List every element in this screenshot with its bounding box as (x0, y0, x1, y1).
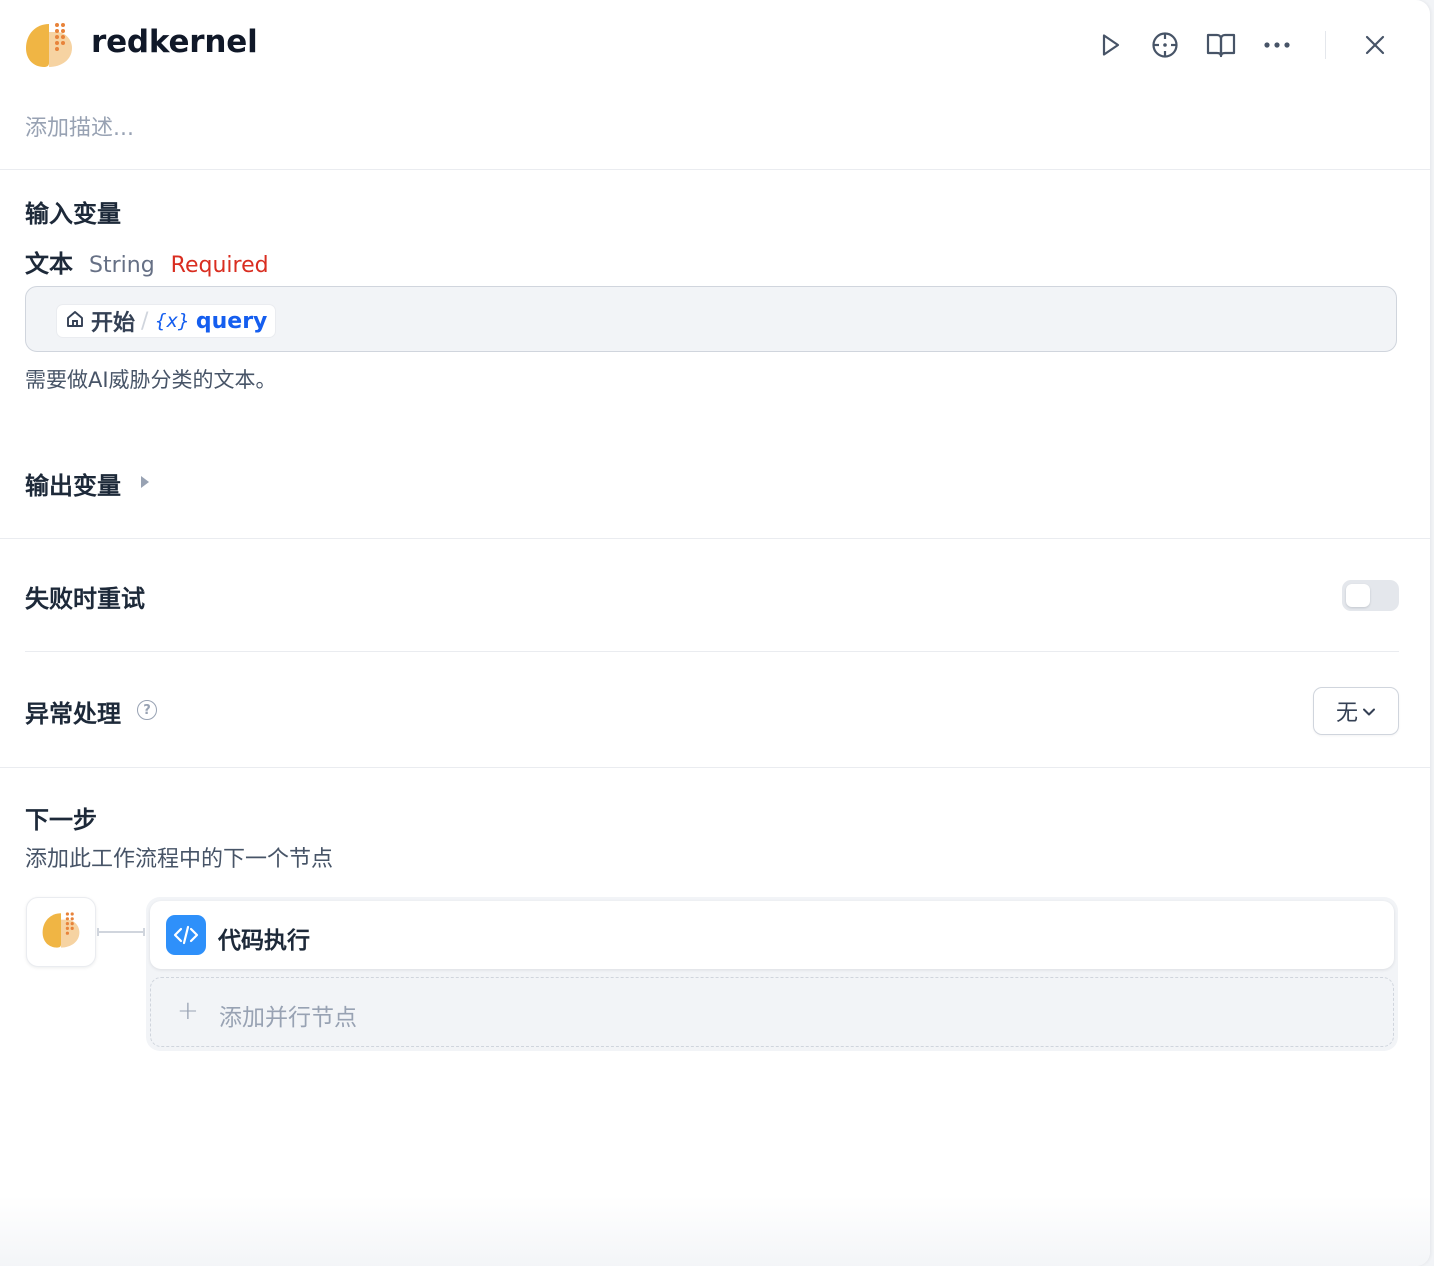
variable-name: 文本 (25, 250, 73, 278)
retry-title: 失败时重试 (25, 585, 145, 613)
run-icon (1097, 32, 1123, 58)
variable-description: 需要做AI威胁分类的文本。 (25, 368, 277, 392)
path-separator: / (141, 308, 149, 334)
toggle-knob (1346, 584, 1370, 607)
docs-button[interactable] (1205, 29, 1237, 61)
required-badge: Required (170, 253, 269, 278)
close-button[interactable] (1359, 29, 1391, 61)
close-icon (1364, 34, 1386, 56)
next-step-subtitle: 添加此工作流程中的下一个节点 (25, 847, 334, 872)
code-icon (166, 915, 206, 955)
divider (0, 538, 1430, 539)
panel-header: redkernel (0, 0, 1430, 90)
redkernel-logo-icon (41, 910, 81, 954)
variable-ref-name: query (195, 308, 268, 334)
variable-header: 文本 String Required (25, 244, 269, 279)
header-divider (1325, 31, 1326, 59)
divider (0, 169, 1430, 170)
node-panel: redkernel 添加描述... 输入变量 文本 String Require… (0, 0, 1430, 1266)
add-parallel-node-button[interactable]: + 添加并行节点 (150, 977, 1394, 1047)
next-step-title: 下一步 (25, 806, 97, 834)
divider (0, 767, 1430, 768)
input-variables-title: 输入变量 (25, 200, 121, 228)
current-node (26, 897, 96, 967)
home-icon (65, 309, 85, 333)
node-title[interactable]: redkernel (91, 24, 258, 60)
caret-right-icon[interactable] (141, 476, 149, 488)
run-button[interactable] (1094, 29, 1126, 61)
chevron-down-icon (1362, 702, 1376, 721)
error-handling-value: 无 (1335, 701, 1358, 726)
divider (25, 651, 1399, 652)
more-button[interactable] (1261, 29, 1293, 61)
output-variables-title[interactable]: 输出变量 (25, 466, 121, 501)
add-parallel-label: 添加并行节点 (219, 1005, 357, 1031)
redkernel-logo-icon (24, 20, 74, 70)
source-node-name: 开始 (91, 311, 136, 336)
next-nodes-group: 代码执行 + 添加并行节点 (146, 897, 1398, 1051)
help-icon[interactable]: ? (137, 700, 157, 720)
description-input[interactable]: 添加描述... (25, 110, 134, 142)
retry-toggle[interactable] (1342, 580, 1399, 611)
variable-selector[interactable]: 开始 / {x} query (25, 286, 1397, 352)
node-connector (97, 928, 145, 936)
book-icon (1206, 31, 1236, 59)
next-node-label: 代码执行 (218, 928, 310, 954)
locate-node-button[interactable] (1149, 29, 1181, 61)
crosshair-icon (1150, 30, 1180, 60)
variable-icon: {x} (154, 310, 190, 332)
variable-chip[interactable]: 开始 / {x} query (56, 304, 277, 338)
variable-type: String (89, 253, 155, 278)
error-handling-title: 异常处理 (25, 700, 121, 728)
error-handling-select[interactable]: 无 (1313, 687, 1399, 735)
plus-icon: + (177, 996, 199, 1026)
more-icon (1263, 41, 1291, 49)
next-node-item[interactable]: 代码执行 (150, 901, 1394, 969)
